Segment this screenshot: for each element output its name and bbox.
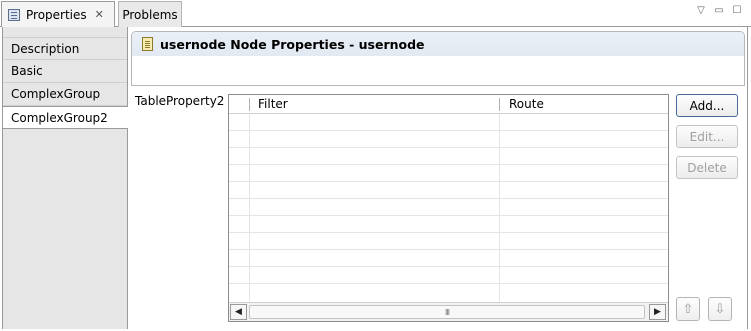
table-row[interactable] <box>229 165 668 182</box>
tab-properties-label: Properties <box>26 7 87 22</box>
table-row[interactable] <box>229 250 668 267</box>
table-row[interactable] <box>229 114 668 131</box>
move-up-icon: ⇧ <box>682 301 694 317</box>
properties-icon <box>8 8 20 21</box>
close-icon[interactable]: ✕ <box>95 8 104 21</box>
category-label: ComplexGroup2 <box>11 110 108 125</box>
property-label: TableProperty2 <box>135 94 225 108</box>
tab-problems[interactable]: Problems <box>118 1 182 27</box>
minimize-icon[interactable]: ▭ <box>712 3 726 17</box>
category-list: Description Basic ComplexGroup ComplexGr… <box>2 27 128 329</box>
tab-problems-label: Problems <box>122 7 178 22</box>
scroll-left-icon[interactable]: ◀ <box>230 304 247 320</box>
delete-button[interactable]: Delete <box>676 156 738 179</box>
column-separator <box>249 98 250 111</box>
page-title: usernode Node Properties - usernode <box>160 36 425 52</box>
header-panel: usernode Node Properties - usernode <box>131 31 745 86</box>
view-menu-icon[interactable]: ▽ <box>694 3 708 17</box>
category-basic[interactable]: Basic <box>3 60 127 83</box>
category-label: ComplexGroup <box>11 87 101 101</box>
view-toolbar: ▽ ▭ ☐ <box>694 3 744 17</box>
move-down-button[interactable]: ⇩ <box>708 297 732 321</box>
column-header-filter[interactable]: Filter <box>258 97 288 111</box>
column-header-route[interactable]: Route <box>509 97 544 111</box>
grid-line <box>249 114 250 302</box>
table-row[interactable] <box>229 216 668 233</box>
view-tab-bar: Properties ✕ Problems ▽ ▭ ☐ <box>0 0 751 27</box>
table-row[interactable] <box>229 267 668 284</box>
header-bar: usernode Node Properties - usernode <box>132 32 744 56</box>
category-complexgroup2[interactable]: ComplexGroup2 <box>3 106 128 129</box>
table-row[interactable] <box>229 199 668 216</box>
scroll-right-icon[interactable]: ▶ <box>649 304 666 320</box>
tab-properties[interactable]: Properties ✕ <box>1 1 115 27</box>
category-label: Basic <box>11 64 43 78</box>
table-row[interactable] <box>229 182 668 199</box>
table-row[interactable] <box>229 131 668 148</box>
category-description[interactable]: Description <box>3 37 127 60</box>
scroll-grip: III <box>444 307 450 317</box>
maximize-icon[interactable]: ☐ <box>730 3 744 17</box>
category-complexgroup[interactable]: ComplexGroup <box>3 83 127 106</box>
column-separator <box>499 98 500 111</box>
move-down-icon: ⇩ <box>714 301 726 317</box>
properties-content: usernode Node Properties - usernode Tabl… <box>128 27 748 329</box>
property-table[interactable]: Filter Route ◀ III ▶ <box>228 94 669 322</box>
add-button[interactable]: Add... <box>676 94 738 117</box>
table-row[interactable] <box>229 148 668 165</box>
table-header: Filter Route <box>229 95 668 114</box>
horizontal-scrollbar[interactable]: ◀ III ▶ <box>229 302 668 321</box>
edit-button[interactable]: Edit... <box>676 125 738 148</box>
scroll-thumb[interactable]: III <box>249 305 645 319</box>
category-label: Description <box>11 41 80 56</box>
move-up-button[interactable]: ⇧ <box>676 297 700 321</box>
document-icon <box>142 37 153 51</box>
table-row[interactable] <box>229 233 668 250</box>
grid-line <box>499 114 500 302</box>
